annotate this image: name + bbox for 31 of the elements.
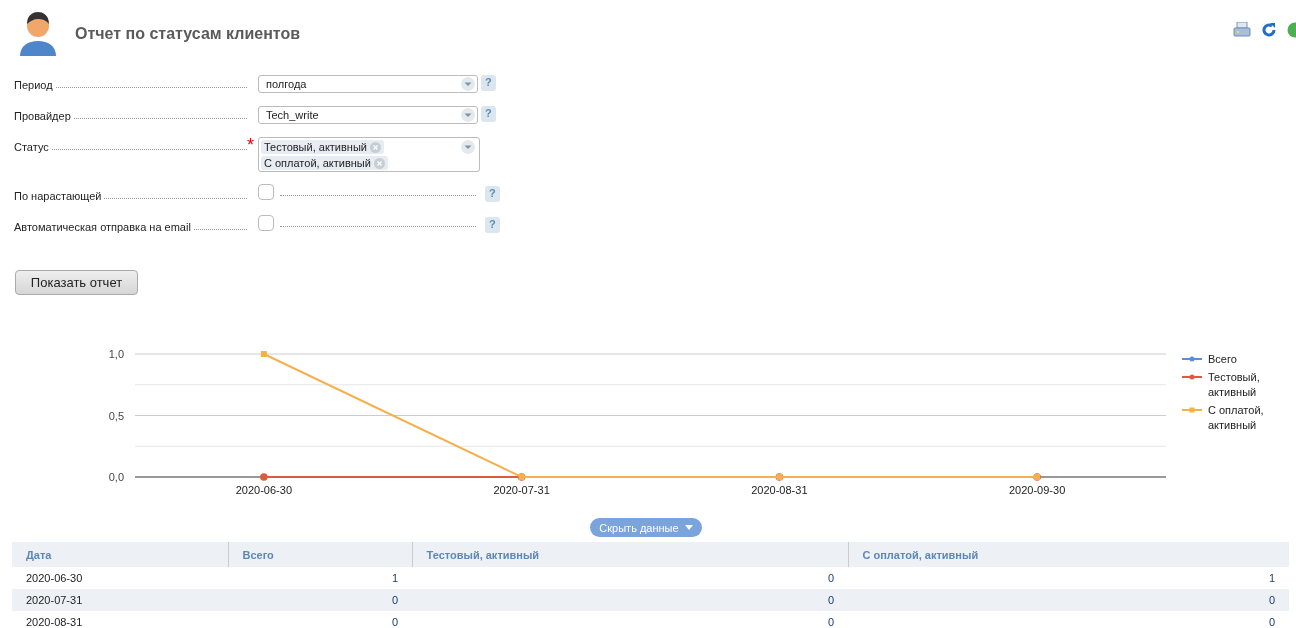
legend-label: Тестовый, активный — [1208, 370, 1261, 400]
table-cell: 0 — [228, 611, 412, 628]
table-cell: 2020-07-31 — [12, 589, 228, 611]
axis-tick-label: 2020-09-30 — [1009, 484, 1066, 496]
legend-label: Всего — [1208, 352, 1238, 367]
table-cell: 1 — [228, 567, 412, 589]
field-label: Статус — [14, 141, 49, 153]
field-label: По нарастающей — [14, 190, 102, 202]
axis-tick-label: 1,0 — [108, 348, 124, 360]
field-label: Период — [14, 79, 53, 91]
table-cell: 0 — [412, 589, 848, 611]
page-title: Отчет по статусам клиентов — [75, 25, 301, 43]
required-mark: * — [247, 137, 255, 153]
field-label: Провайдер — [14, 110, 71, 122]
table-cell: 0 — [848, 611, 1289, 628]
status-tag: С оплатой, активный — [261, 156, 388, 170]
axis-tick-label: 0,5 — [108, 409, 124, 422]
table-cell: 0 — [848, 589, 1289, 611]
axis-tick-label: 2020-07-31 — [493, 484, 550, 496]
axis-tick-label: 0,0 — [108, 471, 124, 483]
axis-tick-label: 2020-06-30 — [235, 484, 292, 496]
field-label: Автоматическая отправка на email — [14, 221, 191, 233]
table-cell: 2020-08-31 — [12, 611, 228, 628]
status-tag: Тестовый, активный — [261, 140, 384, 154]
table-cell: 0 — [412, 611, 848, 628]
table-cell: 1 — [848, 567, 1289, 589]
table-cell: 0 — [412, 567, 848, 589]
axis-tick-label: 2020-08-31 — [751, 484, 808, 496]
table-cell: 0 — [228, 589, 412, 611]
table-cell: 2020-06-30 — [12, 567, 228, 589]
legend-label: С оплатой, активный — [1208, 403, 1265, 433]
